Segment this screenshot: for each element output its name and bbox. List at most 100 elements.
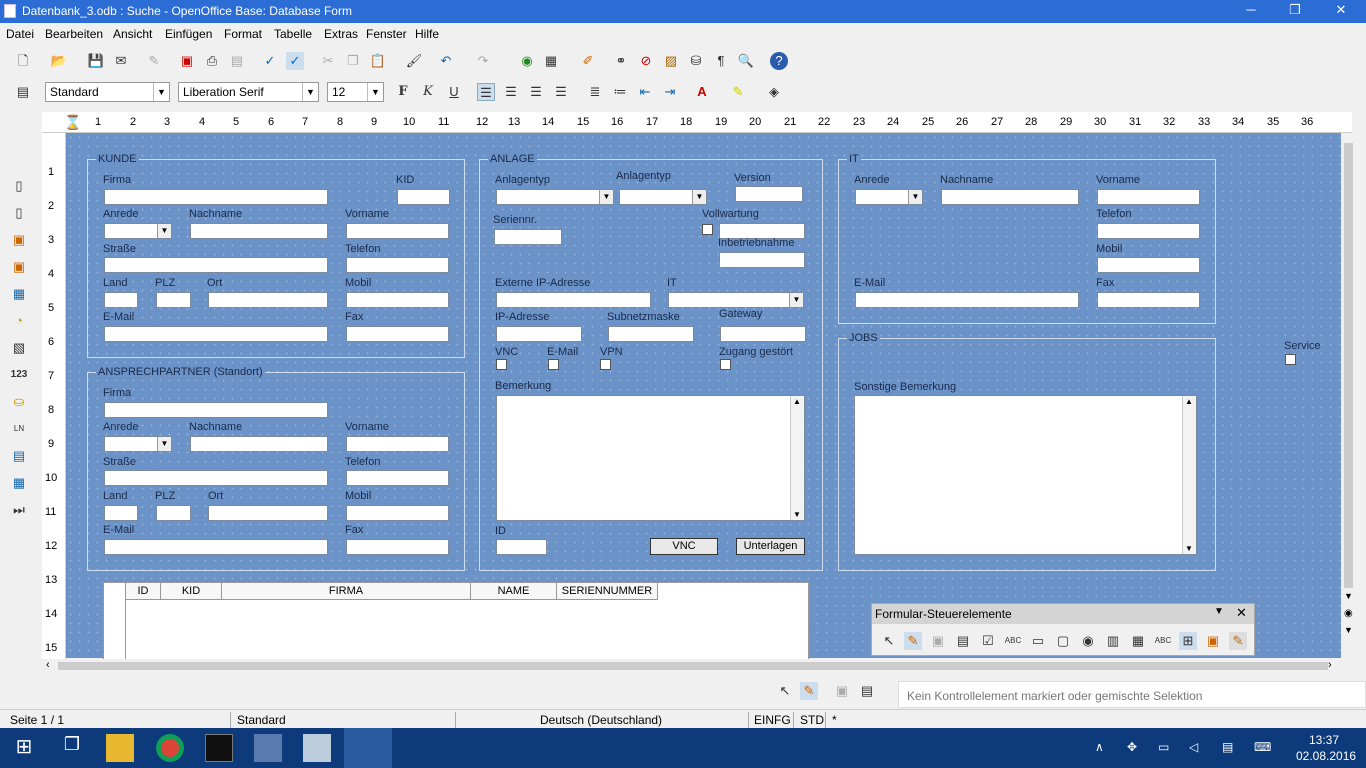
subnetzmaske-field[interactable] — [608, 326, 694, 342]
ip-adresse-field[interactable] — [496, 326, 582, 342]
terminal-icon[interactable] — [205, 734, 233, 762]
insert-mode[interactable]: EINFG — [754, 713, 791, 727]
menu-datei[interactable]: Datei — [6, 27, 34, 41]
version-field[interactable] — [735, 186, 803, 202]
form-design-mode-icon[interactable]: ▣ — [1204, 632, 1222, 650]
zugang-gestoert-checkbox[interactable] — [720, 359, 731, 370]
selection-mode[interactable]: STD — [800, 713, 824, 727]
chrome-icon[interactable] — [156, 734, 184, 762]
anrede-select[interactable]: ▼ — [104, 223, 172, 239]
mobil-field[interactable] — [346, 292, 449, 308]
close-button[interactable]: ✕ — [1318, 2, 1364, 20]
form-navigator-icon[interactable]: ▣ — [10, 258, 28, 276]
control-properties-icon[interactable]: ▣ — [929, 632, 947, 650]
menu-hilfe[interactable]: Hilfe — [415, 27, 439, 41]
telefon-field[interactable] — [1097, 223, 1200, 239]
strasse-field[interactable] — [104, 470, 328, 486]
option-button-control-icon[interactable]: ◉ — [1079, 632, 1097, 650]
column-header-id[interactable]: ID — [126, 583, 161, 600]
tab-stop-icon[interactable]: ⌛ — [64, 114, 81, 131]
date-field-icon[interactable]: ▦ — [10, 285, 28, 303]
menu-einfuegen[interactable]: Einfügen — [165, 27, 212, 41]
clock-time[interactable]: 13:37 — [1309, 733, 1339, 747]
id-field[interactable] — [496, 539, 547, 555]
formatted-field-control-icon[interactable]: ▭ — [1029, 632, 1047, 650]
task-view-icon[interactable]: ❐ — [58, 734, 86, 762]
nachname-field[interactable] — [190, 223, 328, 239]
nachname-field[interactable] — [941, 189, 1079, 205]
column-header-firma[interactable]: FIRMA — [222, 583, 471, 600]
pdf-export-icon[interactable]: ▣ — [178, 52, 196, 70]
help-icon[interactable]: ? — [770, 52, 788, 70]
wizards-icon[interactable]: ✎ — [1229, 632, 1247, 650]
bullets-icon[interactable]: ≔ — [611, 83, 629, 101]
formatting-marks-icon[interactable]: ¶ — [712, 52, 730, 70]
checkbox-control-icon[interactable]: ☑ — [979, 632, 997, 650]
gallery-icon[interactable]: ▨ — [662, 52, 680, 70]
virtualbox-icon[interactable] — [303, 734, 331, 762]
palette-menu-icon[interactable]: ▼ — [1214, 606, 1224, 617]
scroll-left-icon[interactable]: ‹ — [46, 659, 50, 671]
externe-ip-field[interactable] — [496, 292, 651, 308]
clock-date[interactable]: 02.08.2016 — [1296, 749, 1356, 763]
anrede-select[interactable]: ▼ — [104, 436, 172, 452]
row-header[interactable] — [104, 583, 126, 660]
palette-title-bar[interactable]: Formular-Steuerelemente ▼ ✕ — [872, 604, 1254, 624]
bold-icon[interactable]: F — [394, 83, 412, 101]
horizontal-scrollbar[interactable]: ‹ › — [42, 659, 1341, 673]
text-box-control-icon[interactable]: ABC — [1004, 632, 1022, 650]
cut-icon[interactable]: ✂ — [319, 52, 337, 70]
select-pointer-icon[interactable]: ↖ — [776, 682, 794, 700]
anlagentyp-2-select[interactable]: ▼ — [619, 189, 707, 205]
bemerkung-textarea[interactable]: ▲ ▼ — [496, 395, 805, 521]
font-color-icon[interactable]: A — [693, 83, 711, 101]
restore-button[interactable]: ❐ — [1272, 2, 1318, 20]
scroll-up-icon[interactable]: ▲ — [793, 397, 801, 406]
vorname-field[interactable] — [346, 223, 449, 239]
anrede-select[interactable]: ▼ — [855, 189, 923, 205]
keyboard-icon[interactable]: ⌨ — [1254, 740, 1271, 754]
new-icon[interactable]: 🗋 — [14, 52, 32, 70]
column-header-seriennummer[interactable]: SERIENNUMMER — [557, 583, 658, 600]
scroll-up-icon[interactable]: ▲ — [1185, 397, 1193, 406]
formatted-field-icon[interactable]: LN — [10, 420, 28, 438]
menu-bearbeiten[interactable]: Bearbeiten — [45, 27, 103, 41]
email-checkbox[interactable] — [548, 359, 559, 370]
dropbox-icon[interactable]: ✥ — [1127, 740, 1137, 754]
navigation-bar-icon[interactable]: ⏭ — [10, 501, 28, 519]
underline-icon[interactable]: U — [445, 83, 463, 101]
scroll-down-icon[interactable]: ▼ — [1344, 591, 1353, 601]
table-control-icon[interactable]: ▦ — [10, 474, 28, 492]
ort-field[interactable] — [208, 292, 328, 308]
menu-tabelle[interactable]: Tabelle — [274, 27, 312, 41]
plz-field[interactable] — [156, 505, 191, 521]
telefon-field[interactable] — [346, 470, 449, 486]
italic-icon[interactable]: K — [419, 83, 437, 101]
pattern-field-icon[interactable]: ▧ — [10, 339, 28, 357]
styles-formatting-icon[interactable]: ▤ — [14, 83, 32, 101]
copy-icon[interactable]: ❐ — [344, 52, 362, 70]
menu-ansicht[interactable]: Ansicht — [113, 27, 152, 41]
page-preview-icon[interactable]: ▤ — [228, 52, 246, 70]
land-field[interactable] — [104, 505, 138, 521]
format-paintbrush-icon[interactable]: 🖌 — [405, 52, 423, 70]
vorname-field[interactable] — [346, 436, 449, 452]
language[interactable]: Deutsch (Deutschland) — [540, 713, 662, 727]
time-field-icon[interactable]: ◔ — [10, 312, 28, 330]
email-field[interactable] — [104, 539, 328, 555]
form-control-icon[interactable]: ▯ — [10, 204, 28, 222]
scrollbar-thumb[interactable] — [58, 662, 1328, 670]
highlight-icon[interactable]: ✎ — [729, 83, 747, 101]
scroll-down-icon[interactable]: ▼ — [793, 510, 801, 519]
scrollbar[interactable]: ▲ ▼ — [1182, 396, 1196, 554]
font-select[interactable]: Liberation Serif ▼ — [178, 82, 319, 102]
fax-field[interactable] — [1097, 292, 1200, 308]
data-sources-icon[interactable]: ⛁ — [687, 52, 705, 70]
vnc-checkbox[interactable] — [496, 359, 507, 370]
combo-box-control-icon[interactable]: ▦ — [1129, 632, 1147, 650]
email-field[interactable] — [104, 326, 328, 342]
justify-icon[interactable]: ☰ — [552, 83, 570, 101]
autospellcheck-icon[interactable]: ✓ — [286, 52, 304, 70]
background-color-icon[interactable]: ◈ — [765, 83, 783, 101]
tools-icon[interactable] — [254, 734, 282, 762]
